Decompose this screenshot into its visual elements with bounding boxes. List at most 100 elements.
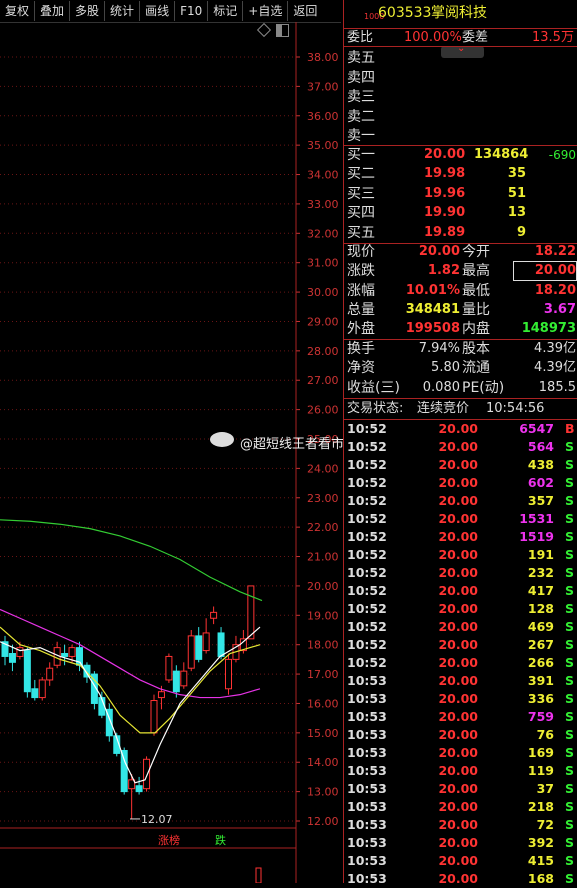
- multi-stock-button[interactable]: 多股: [70, 1, 106, 21]
- tick-price: 20.00: [438, 691, 478, 706]
- statistics-button[interactable]: 统计: [105, 1, 141, 21]
- price-tick-label: 37.00: [307, 80, 339, 93]
- price-tick-label: 24.00: [307, 462, 339, 475]
- status-value: 连续竞价: [417, 401, 470, 416]
- restore-rights-button[interactable]: 复权: [0, 1, 36, 21]
- candle-body: [187, 635, 195, 669]
- chart-toolbar: 复权 叠加 多股 统计 画线 F10 标记 +自选 返回: [0, 0, 341, 23]
- tick-price: 20.00: [438, 493, 478, 508]
- price-tick-label: 33.00: [307, 198, 339, 211]
- buy-label: 买一: [347, 147, 375, 163]
- tick-row: 10:53 20.00 218 S: [344, 798, 577, 816]
- price-tick-label: 16.00: [307, 697, 339, 710]
- tick-volume: 759: [527, 709, 554, 724]
- tick-side: S: [565, 745, 575, 760]
- watermark-text: @超短线王者看市: [240, 437, 345, 452]
- candle-body: [195, 635, 203, 660]
- tick-side: S: [565, 763, 575, 778]
- tick-volume: 266: [527, 655, 554, 670]
- candle-body: [247, 585, 255, 640]
- tick-price: 20.00: [438, 835, 478, 850]
- weibo-logo-icon: [210, 432, 234, 447]
- tick-time: 10:53: [347, 799, 387, 814]
- price-tick-label: 28.00: [307, 345, 339, 358]
- tick-price: 20.00: [438, 637, 478, 652]
- tick-time: 10:53: [347, 709, 387, 724]
- add-watchlist-button[interactable]: +自选: [243, 1, 289, 21]
- price-tick-label: 30.00: [307, 286, 339, 299]
- change-value-2: 20.00: [513, 261, 577, 282]
- tick-side: S: [565, 529, 575, 544]
- tick-side: S: [565, 547, 575, 562]
- current-price-value-2: 18.22: [534, 244, 576, 259]
- tick-price: 20.00: [438, 781, 478, 796]
- total-volume-row: 总量 348481 量比 3.67: [344, 301, 577, 319]
- tick-row: 10:52 20.00 357 S: [344, 492, 577, 510]
- candle-body: [31, 688, 39, 699]
- sell-row-2: 卖二: [344, 108, 577, 126]
- tick-side: S: [565, 655, 575, 670]
- tick-row: 10:52 20.00 417 S: [344, 582, 577, 600]
- current-price-row: 现价 20.00 今开 18.22: [344, 243, 577, 261]
- tick-volume: 218: [527, 799, 554, 814]
- buy-change: -690: [548, 148, 576, 162]
- tick-row: 10:52 20.00 1531 S: [344, 510, 577, 528]
- tick-time: 10:52: [347, 529, 387, 544]
- tick-row: 10:53 20.00 37 S: [344, 780, 577, 798]
- earnings-value-2: 185.5: [538, 379, 576, 395]
- tick-row: 10:52 20.00 469 S: [344, 618, 577, 636]
- tick-volume: 119: [527, 763, 554, 778]
- candle-body: [157, 691, 165, 699]
- change-pct-label: 涨幅: [347, 282, 375, 299]
- tick-volume: 1519: [519, 529, 554, 544]
- tick-row: 10:52 20.00 1519 S: [344, 528, 577, 546]
- buy-price: 20.00: [424, 147, 466, 162]
- outer-inner-label: 外盘: [347, 321, 375, 338]
- candle-body: [8, 653, 16, 663]
- buy-volume: 13: [507, 205, 526, 221]
- kline-canvas[interactable]: 38.00 37.00 36.00 35.00 34.00 33.00 32.00 31.00…: [0, 22, 341, 883]
- price-tick-label: 38.00: [307, 51, 339, 64]
- f10-button[interactable]: F10: [175, 1, 209, 21]
- buy-row-5: 买五 19.89 9: [344, 224, 577, 242]
- change-pct-label-2: 最低: [462, 282, 490, 299]
- buy-volume: 134864: [474, 147, 529, 162]
- tick-volume: 76: [536, 727, 554, 742]
- tick-row: 10:53 20.00 759 S: [344, 708, 577, 726]
- sell-label: 卖三: [347, 89, 375, 106]
- mark-button[interactable]: 标记: [208, 1, 244, 21]
- draw-line-button[interactable]: 画线: [140, 1, 176, 21]
- kline-chart[interactable]: 38.00 37.00 36.00 35.00 34.00 33.00 32.00 31.00…: [0, 22, 345, 883]
- ma-green-line: [0, 519, 263, 602]
- back-button[interactable]: 返回: [288, 1, 322, 21]
- tag-limit-up: 涨榜: [158, 833, 180, 847]
- price-tick-label: 26.00: [307, 404, 339, 417]
- change-label-2: 最高: [462, 263, 490, 280]
- change-row: 涨跌 1.82 最高 20.00: [344, 261, 577, 282]
- tick-time: 10:53: [347, 763, 387, 778]
- candle-body: [38, 679, 46, 699]
- sell-label: 卖二: [347, 108, 375, 125]
- price-tick-label: 31.00: [307, 257, 339, 270]
- buy-row-1: 买一 20.00 134864 -690: [344, 146, 577, 164]
- volume-bar: [255, 867, 262, 883]
- tick-row: 10:52 20.00 128 S: [344, 600, 577, 618]
- tick-time: 10:52: [347, 583, 387, 598]
- price-tick-label: 35.00: [307, 139, 339, 152]
- panel-toggle-icon[interactable]: [276, 24, 289, 37]
- tick-time: 10:52: [347, 547, 387, 562]
- tick-time: 10:52: [347, 601, 387, 616]
- candle-body: [68, 647, 76, 657]
- turnover-label: 换手: [347, 341, 375, 357]
- tick-time: 10:53: [347, 781, 387, 796]
- tick-row: 10:52 20.00 266 S: [344, 654, 577, 672]
- sell-label: 卖五: [347, 50, 375, 66]
- stock-name: 掌阅科技: [431, 5, 487, 21]
- weibi-value: 100.00%: [404, 30, 462, 45]
- tick-volume: 357: [527, 493, 554, 508]
- price-tick-label: 12.00: [307, 815, 339, 828]
- tick-side: S: [565, 457, 575, 472]
- overlay-button[interactable]: 叠加: [35, 1, 71, 21]
- change-value: 1.82: [427, 263, 460, 279]
- buy-label: 买四: [347, 205, 375, 222]
